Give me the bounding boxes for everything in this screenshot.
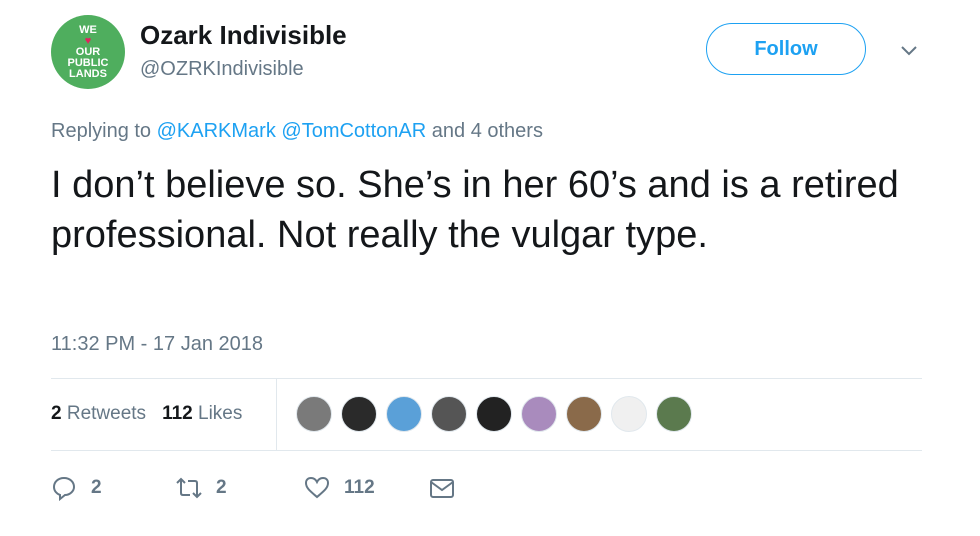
avatar[interactable]: WE ♥ OUR PUBLIC LANDS	[51, 15, 125, 89]
liker-avatar[interactable]	[611, 396, 647, 432]
liker-avatar[interactable]	[566, 396, 602, 432]
reply-count: 2	[91, 477, 102, 498]
divider	[51, 450, 922, 451]
avatar-text-4: LANDS	[69, 67, 107, 80]
liker-avatar[interactable]	[386, 396, 422, 432]
reply-context: Replying to @KARKMark @TomCottonAR and 4…	[51, 120, 543, 143]
retweets-stat[interactable]: 2 Retweets	[51, 403, 146, 425]
reply-icon	[52, 476, 76, 501]
like-count: 112	[344, 477, 375, 498]
tweet-text: I don’t believe so. She’s in her 60’s an…	[51, 164, 899, 256]
avatar-text-3: PUBLIC	[67, 56, 109, 69]
heart-icon: ♥	[84, 34, 92, 47]
avatar-text-1: WE	[79, 23, 97, 36]
reply-button[interactable]: 2	[51, 475, 102, 501]
liker-avatar[interactable]	[431, 396, 467, 432]
avatar-text-2: OUR	[75, 45, 101, 58]
follow-button[interactable]: Follow	[706, 23, 866, 75]
retweet-count: 2	[216, 477, 227, 498]
liker-avatar[interactable]	[341, 396, 377, 432]
direct-message-button[interactable]	[429, 475, 469, 501]
retweet-button[interactable]: 2	[176, 475, 227, 501]
likes-stat[interactable]: 112 Likes	[162, 403, 242, 425]
mention-link-kark[interactable]: @KARKMark	[157, 120, 276, 142]
reply-others[interactable]: and 4 others	[432, 120, 543, 142]
liker-avatar[interactable]	[476, 396, 512, 432]
account-handle[interactable]: @OZRKIndivisible	[140, 58, 304, 81]
stats-divider	[276, 378, 277, 450]
heart-icon	[304, 476, 330, 499]
chevron-down-icon[interactable]	[898, 39, 920, 61]
tweet-stats: 2 Retweets 112 Likes	[51, 378, 276, 450]
liker-avatar[interactable]	[656, 396, 692, 432]
tweet-timestamp[interactable]: 11:32 PM - 17 Jan 2018	[51, 333, 263, 356]
liker-avatars	[296, 396, 701, 432]
reply-prefix: Replying to	[51, 120, 152, 142]
mention-link-cotton[interactable]: @TomCottonAR	[281, 120, 426, 142]
liker-avatar[interactable]	[521, 396, 557, 432]
liker-avatar[interactable]	[296, 396, 332, 432]
retweet-icon	[176, 477, 202, 499]
like-button[interactable]: 112	[304, 475, 375, 501]
account-name[interactable]: Ozark Indivisible	[140, 20, 347, 51]
envelope-icon	[430, 479, 454, 498]
